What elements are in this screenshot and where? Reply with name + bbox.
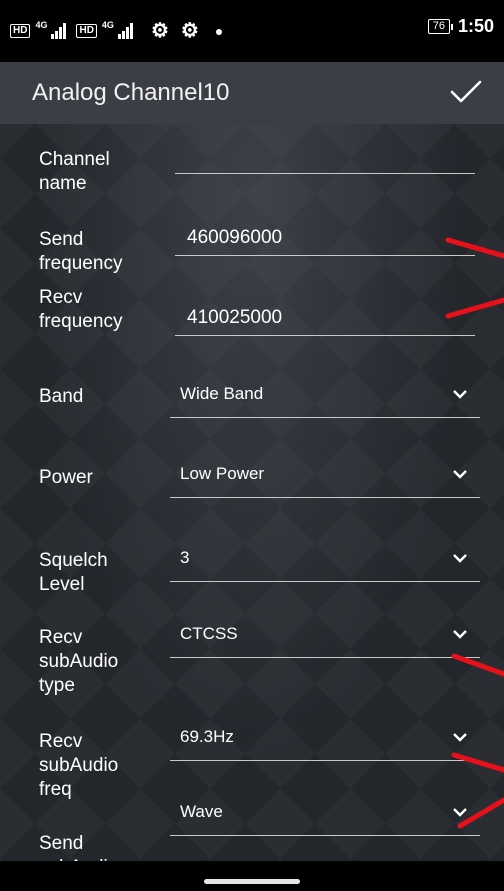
- recv-frequency-field[interactable]: 410025000: [175, 300, 475, 336]
- channel-form: Channel name Send frequency 460096000 Re…: [0, 124, 504, 861]
- home-indicator[interactable]: [204, 879, 300, 884]
- sim2-signal-icon: [117, 22, 133, 39]
- chevron-down-icon: [453, 390, 467, 399]
- sim1-signal-icon: [51, 22, 67, 39]
- gear-icon: ⚙: [150, 20, 169, 42]
- status-icons: HD 4G HD 4G ⚙ ⚙ ●: [10, 18, 223, 43]
- band-dropdown[interactable]: Wide Band: [170, 378, 480, 418]
- power-value: Low Power: [180, 464, 265, 483]
- squelch-level-label: Squelch Level: [39, 550, 108, 595]
- chevron-down-icon: [453, 554, 467, 563]
- notification-dot-icon: ●: [214, 22, 224, 39]
- status-right: 76 1:50: [427, 16, 494, 37]
- status-bar: HD 4G HD 4G ⚙ ⚙ ● 76 1:50: [0, 0, 504, 62]
- send-frequency-label: Send frequency: [39, 229, 123, 274]
- battery-icon: 76: [427, 19, 454, 34]
- send-subaudio-label: Send subAudio: [39, 833, 118, 861]
- recv-subaudio-freq-dropdown[interactable]: 69.3Hz: [170, 721, 480, 761]
- power-label: Power: [39, 467, 93, 488]
- squelch-level-dropdown[interactable]: 3: [170, 542, 480, 582]
- recv-subaudio-freq-value: 69.3Hz: [180, 727, 234, 746]
- status-time: 1:50: [457, 16, 494, 36]
- band-value: Wide Band: [180, 384, 264, 403]
- gear-icon: ⚙: [180, 20, 199, 42]
- recv-subaudio-freq-label: Recv subAudio freq: [39, 731, 119, 800]
- chevron-down-icon: [453, 733, 467, 742]
- send-frequency-field[interactable]: 460096000: [175, 220, 475, 256]
- chevron-down-icon: [453, 470, 467, 479]
- navigation-bar: [0, 861, 504, 891]
- app-bar: Analog Channel10: [0, 62, 504, 124]
- squelch-level-value: 3: [180, 548, 190, 567]
- send-subaudio-dropdown[interactable]: Wave: [170, 796, 480, 836]
- band-label: Band: [39, 386, 84, 407]
- sim1-network-type: 4G: [35, 19, 48, 30]
- recv-subaudio-type-label: Recv subAudio type: [39, 627, 119, 696]
- sim2-network-type: 4G: [101, 19, 114, 30]
- check-icon[interactable]: [448, 74, 484, 110]
- sim1-hd-badge: HD: [10, 23, 31, 38]
- recv-subaudio-type-dropdown[interactable]: CTCSS: [170, 618, 480, 658]
- channel-name-label: Channel name: [39, 149, 110, 194]
- recv-frequency-label: Recv frequency: [39, 287, 123, 332]
- recv-subaudio-type-value: CTCSS: [180, 624, 238, 643]
- chevron-down-icon: [453, 630, 467, 639]
- page-title: Analog Channel10: [32, 79, 230, 106]
- send-subaudio-value: Wave: [180, 802, 223, 821]
- sim2-hd-badge: HD: [76, 23, 97, 38]
- chevron-down-icon: [453, 808, 467, 817]
- power-dropdown[interactable]: Low Power: [170, 458, 480, 498]
- channel-name-field[interactable]: [175, 138, 475, 174]
